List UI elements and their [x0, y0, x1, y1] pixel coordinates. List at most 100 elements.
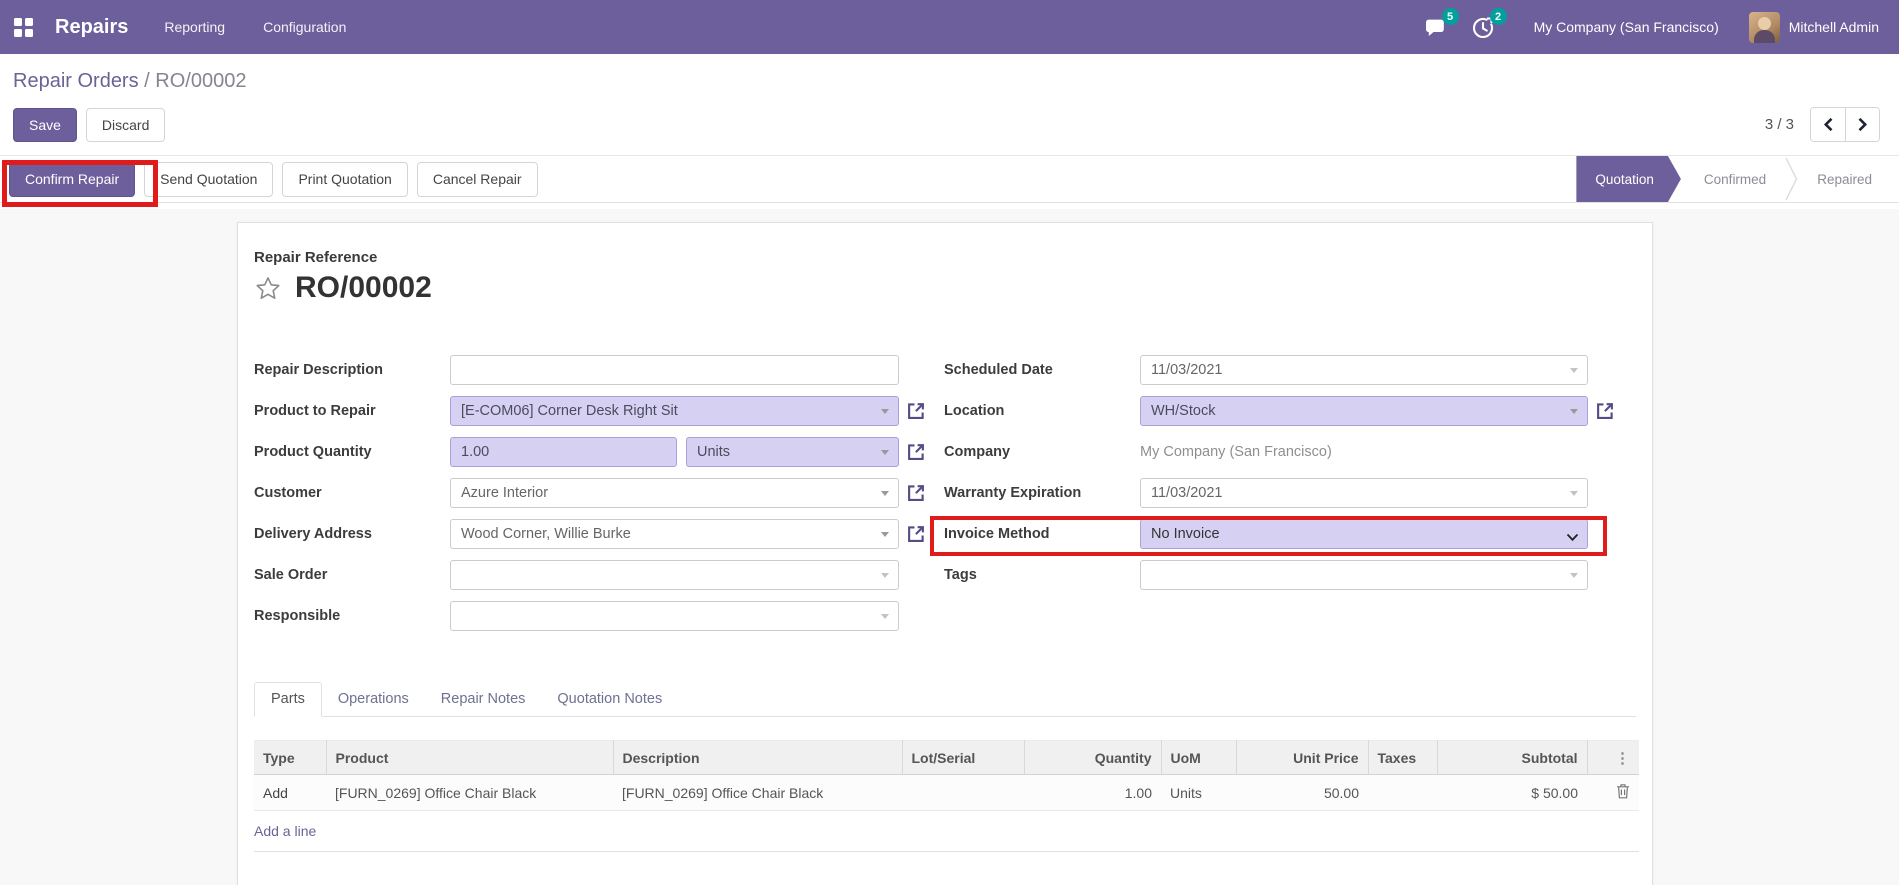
external-link-icon[interactable] [906, 401, 926, 421]
print-quotation-button[interactable]: Print Quotation [282, 161, 408, 197]
cell-taxes[interactable] [1368, 774, 1437, 811]
warranty-expiration-input[interactable]: 11/03/2021 [1140, 478, 1588, 508]
column-subtotal[interactable]: Subtotal [1437, 740, 1588, 775]
chevron-down-icon [1566, 530, 1579, 546]
delivery-address-select[interactable]: Wood Corner, Willie Burke [450, 519, 899, 549]
add-a-line-link[interactable]: Add a line [254, 823, 316, 839]
invoice-method-select[interactable]: No Invoice [1140, 519, 1588, 549]
tab-operations[interactable]: Operations [322, 683, 425, 716]
cell-description[interactable]: [FURN_0269] Office Chair Black [613, 774, 902, 811]
save-button[interactable]: Save [13, 107, 77, 142]
breadcrumb-separator: / [144, 70, 150, 92]
pager-previous-button[interactable] [1811, 108, 1845, 141]
optional-columns-button[interactable]: ⋮ [1587, 740, 1639, 775]
favorite-star-icon[interactable] [254, 275, 282, 302]
company-switcher[interactable]: My Company (San Francisco) [1534, 19, 1719, 35]
scheduled-date-input[interactable]: 11/03/2021 [1140, 355, 1588, 385]
activities-icon[interactable]: 2 [1472, 8, 1507, 39]
location-select[interactable]: WH/Stock [1140, 396, 1588, 426]
tab-parts[interactable]: Parts [254, 682, 322, 717]
caret-down-icon [1570, 491, 1578, 496]
chevron-left-icon [1823, 117, 1832, 132]
content-area: Repair Reference RO/00002 Repair Descrip… [0, 209, 1899, 885]
column-uom[interactable]: UoM [1161, 740, 1237, 775]
warranty-expiration-value: 11/03/2021 [1151, 485, 1223, 501]
caret-down-icon [1570, 409, 1578, 414]
delivery-address-label: Delivery Address [254, 526, 372, 542]
cell-type[interactable]: Add [254, 774, 326, 811]
caret-down-icon [881, 491, 889, 496]
invoice-method-value: No Invoice [1151, 526, 1220, 542]
form-sheet: Repair Reference RO/00002 Repair Descrip… [237, 222, 1653, 885]
cell-product[interactable]: [FURN_0269] Office Chair Black [326, 774, 613, 811]
stage-quotation[interactable]: Quotation [1576, 156, 1681, 202]
scheduled-date-label: Scheduled Date [944, 362, 1053, 378]
user-menu[interactable]: Mitchell Admin [1789, 19, 1879, 35]
field-location: Location WH/Stock [944, 396, 1634, 426]
parts-row[interactable]: Add [FURN_0269] Office Chair Black [FURN… [254, 774, 1639, 811]
tab-quotation-notes[interactable]: Quotation Notes [541, 683, 678, 716]
cell-subtotal[interactable]: $ 50.00 [1437, 774, 1587, 811]
apps-grid-icon[interactable] [14, 17, 33, 37]
column-quantity[interactable]: Quantity [1024, 740, 1162, 775]
external-link-icon[interactable] [906, 524, 926, 544]
record-title: RO/00002 [295, 271, 432, 304]
caret-down-icon [881, 573, 889, 578]
confirm-repair-button[interactable]: Confirm Repair [9, 161, 136, 197]
uom-select[interactable]: Units [686, 437, 899, 467]
field-sale-order: Sale Order [254, 560, 944, 590]
customer-value: Azure Interior [461, 485, 549, 501]
cell-lot-serial[interactable] [902, 774, 1024, 811]
pager-next-button[interactable] [1845, 108, 1879, 141]
parts-table: Type Product Description Lot/Serial Quan… [254, 740, 1639, 811]
field-delivery-address: Delivery Address Wood Corner, Willie Bur… [254, 519, 944, 549]
caret-down-icon [1570, 368, 1578, 373]
product-to-repair-select[interactable]: [E-COM06] Corner Desk Right Sit [450, 396, 899, 426]
product-quantity-input[interactable]: 1.00 [450, 437, 677, 467]
messages-icon[interactable]: 5 [1424, 8, 1459, 39]
external-link-icon[interactable] [906, 483, 926, 503]
column-product[interactable]: Product [326, 740, 614, 775]
tags-select[interactable] [1140, 560, 1588, 590]
avatar[interactable] [1748, 11, 1780, 43]
caret-down-icon [881, 450, 889, 455]
field-invoice-method: Invoice Method No Invoice [944, 519, 1634, 549]
cell-uom[interactable]: Units [1161, 774, 1236, 811]
stage-confirmed[interactable]: Confirmed [1685, 156, 1785, 202]
stage-repaired[interactable]: Repaired [1798, 156, 1891, 202]
tab-repair-notes[interactable]: Repair Notes [425, 683, 542, 716]
sale-order-select[interactable] [450, 560, 899, 590]
cancel-repair-button[interactable]: Cancel Repair [416, 161, 538, 197]
menu-configuration[interactable]: Configuration [263, 19, 346, 35]
external-link-icon[interactable] [906, 442, 926, 462]
app-name-repairs[interactable]: Repairs [55, 16, 128, 39]
field-scheduled-date: Scheduled Date 11/03/2021 [944, 355, 1634, 385]
responsible-select[interactable] [450, 601, 899, 631]
pager: 3 / 3 [1765, 107, 1880, 142]
menu-reporting[interactable]: Reporting [164, 19, 225, 35]
send-quotation-button[interactable]: Send Quotation [144, 161, 274, 197]
breadcrumb-repair-orders[interactable]: Repair Orders [13, 70, 139, 92]
column-unit-price[interactable]: Unit Price [1236, 740, 1369, 775]
stage-pipeline: Quotation Confirmed Repaired [1576, 156, 1899, 202]
invoice-method-label: Invoice Method [944, 526, 1050, 542]
field-repair-description: Repair Description [254, 355, 944, 385]
cell-quantity[interactable]: 1.00 [1024, 774, 1161, 811]
discard-button[interactable]: Discard [85, 107, 166, 142]
cell-unit-price[interactable]: 50.00 [1236, 774, 1368, 811]
customer-select[interactable]: Azure Interior [450, 478, 899, 508]
column-description[interactable]: Description [613, 740, 903, 775]
column-taxes[interactable]: Taxes [1368, 740, 1438, 775]
company-label: Company [944, 444, 1011, 460]
repair-description-input[interactable] [450, 355, 899, 385]
external-link-icon[interactable] [1595, 401, 1615, 421]
field-product-to-repair: Product to Repair [E-COM06] Corner Desk … [254, 396, 944, 426]
delete-row-button[interactable] [1587, 774, 1639, 811]
column-lot-serial[interactable]: Lot/Serial [902, 740, 1025, 775]
sale-order-label: Sale Order [254, 567, 328, 583]
chevron-right-icon [1858, 117, 1868, 132]
product-quantity-value: 1.00 [461, 444, 490, 460]
column-type[interactable]: Type [254, 740, 327, 775]
control-panel: Repair Orders / RO/00002 Save Discard 3 … [0, 54, 1899, 142]
add-line-row: Add a line [254, 811, 1639, 852]
